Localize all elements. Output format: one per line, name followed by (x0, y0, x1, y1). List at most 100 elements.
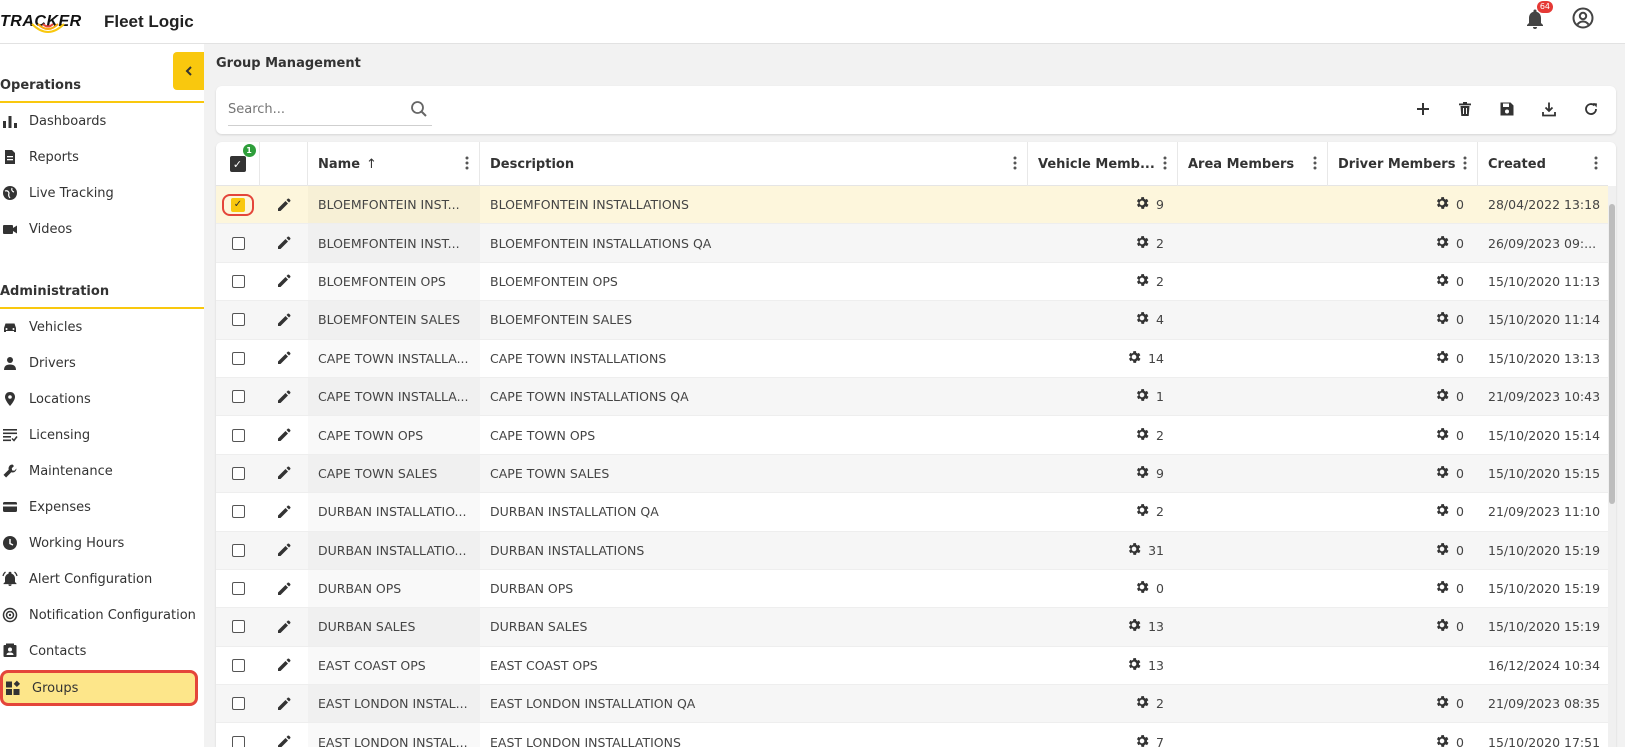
row-edit-button[interactable] (260, 263, 308, 300)
row-checkbox[interactable] (231, 351, 245, 365)
search-input[interactable] (228, 102, 398, 117)
table-row[interactable]: CAPE TOWN INSTALLA... CAPE TOWN INSTALLA… (216, 340, 1608, 378)
sidebar-item-alert-configuration[interactable]: Alert Configuration (0, 564, 204, 594)
row-edit-button[interactable] (260, 455, 308, 492)
column-header-area-members[interactable]: Area Members (1178, 142, 1328, 186)
driver-members-gear-icon[interactable] (1434, 387, 1450, 406)
column-menu-icon[interactable] (1463, 156, 1467, 174)
row-checkbox[interactable] (231, 313, 245, 327)
row-checkbox[interactable] (231, 543, 245, 557)
sidebar-item-licensing[interactable]: Licensing (0, 420, 204, 450)
column-header-description[interactable]: Description (480, 142, 1028, 186)
row-edit-button[interactable] (260, 340, 308, 377)
row-checkbox[interactable] (231, 697, 245, 711)
driver-members-gear-icon[interactable] (1434, 541, 1450, 560)
driver-members-gear-icon[interactable] (1434, 272, 1450, 291)
row-checkbox[interactable] (231, 466, 245, 480)
table-row[interactable]: CAPE TOWN SALES CAPE TOWN SALES 9 0 15/1… (216, 454, 1608, 494)
row-checkbox[interactable] (231, 735, 245, 747)
add-group-button[interactable] (1412, 98, 1434, 120)
sidebar-item-expenses[interactable]: Expenses (0, 492, 204, 522)
driver-members-gear-icon[interactable] (1434, 426, 1450, 445)
table-row[interactable]: CAPE TOWN OPS CAPE TOWN OPS 2 0 15/10/20… (216, 416, 1608, 455)
vehicle-members-gear-icon[interactable] (1126, 617, 1142, 636)
row-edit-button[interactable] (260, 570, 308, 607)
row-checkbox[interactable] (231, 582, 245, 596)
sidebar-item-notification-configuration[interactable]: Notification Configuration (0, 600, 204, 630)
row-edit-button[interactable] (260, 493, 308, 530)
row-edit-button[interactable] (260, 301, 308, 338)
vehicle-members-gear-icon[interactable] (1134, 195, 1150, 214)
column-header-name[interactable]: Name ↑ (308, 142, 480, 186)
driver-members-gear-icon[interactable] (1434, 694, 1450, 713)
vertical-scrollbar[interactable] (1608, 186, 1616, 747)
driver-members-gear-icon[interactable] (1434, 617, 1450, 636)
table-row[interactable]: EAST LONDON INSTAL... EAST LONDON INSTAL… (216, 685, 1608, 724)
delete-button[interactable] (1454, 98, 1476, 120)
row-edit-button[interactable] (260, 685, 308, 722)
column-header-driver-members[interactable]: Driver Members (1328, 142, 1478, 186)
row-edit-button[interactable] (260, 416, 308, 453)
vehicle-members-gear-icon[interactable] (1134, 579, 1150, 598)
driver-members-gear-icon[interactable] (1434, 502, 1450, 521)
vehicle-members-gear-icon[interactable] (1134, 502, 1150, 521)
search-icon[interactable] (410, 100, 428, 122)
vehicle-members-gear-icon[interactable] (1134, 272, 1150, 291)
row-checkbox[interactable] (231, 505, 245, 519)
sidebar-item-vehicles[interactable]: Vehicles (0, 312, 204, 342)
driver-members-gear-icon[interactable] (1434, 195, 1450, 214)
sidebar-item-videos[interactable]: Videos (0, 214, 204, 244)
table-row[interactable]: BLOEMFONTEIN SALES BLOEMFONTEIN SALES 4 … (216, 301, 1608, 340)
row-checkbox[interactable] (231, 274, 245, 288)
table-row[interactable]: EAST COAST OPS EAST COAST OPS 13 16/12/2… (216, 647, 1608, 686)
row-checkbox[interactable] (231, 658, 245, 672)
driver-members-gear-icon[interactable] (1434, 579, 1450, 598)
vehicle-members-gear-icon[interactable] (1126, 349, 1142, 368)
account-button[interactable] (1571, 6, 1595, 34)
column-menu-icon[interactable] (1013, 156, 1017, 174)
vehicle-members-gear-icon[interactable] (1134, 464, 1150, 483)
select-all-checkbox[interactable]: ✓ 1 (229, 144, 256, 172)
sidebar-item-contacts[interactable]: Contacts (0, 636, 204, 666)
table-row[interactable]: DURBAN INSTALLATIO... DURBAN INSTALLATIO… (216, 493, 1608, 532)
vehicle-members-gear-icon[interactable] (1126, 656, 1142, 675)
sidebar-item-live-tracking[interactable]: Live Tracking (0, 178, 204, 208)
driver-members-gear-icon[interactable] (1434, 234, 1450, 253)
table-row[interactable]: DURBAN SALES DURBAN SALES 13 0 15/10/202… (216, 608, 1608, 647)
notifications-button[interactable]: 64 (1523, 1, 1553, 33)
driver-members-gear-icon[interactable] (1434, 464, 1450, 483)
vehicle-members-gear-icon[interactable] (1134, 733, 1150, 747)
column-menu-icon[interactable] (1313, 156, 1317, 174)
sidebar-item-reports[interactable]: Reports (0, 142, 204, 172)
table-row[interactable]: CAPE TOWN INSTALLA... CAPE TOWN INSTALLA… (216, 377, 1608, 417)
row-edit-button[interactable] (260, 532, 308, 569)
sidebar-item-drivers[interactable]: Drivers (0, 348, 204, 378)
app-logo[interactable]: TRACKER Fleet Logic (0, 0, 194, 44)
vehicle-members-gear-icon[interactable] (1134, 310, 1150, 329)
driver-members-gear-icon[interactable] (1434, 310, 1450, 329)
vehicle-members-gear-icon[interactable] (1134, 387, 1150, 406)
row-edit-button[interactable] (260, 608, 308, 645)
row-checkbox[interactable] (231, 620, 245, 634)
row-checkbox-checked[interactable]: ✓ (222, 193, 254, 216)
scrollbar-thumb[interactable] (1609, 204, 1615, 504)
table-row[interactable]: ✓ BLOEMFONTEIN INST... BLOEMFONTEIN INST… (216, 186, 1608, 225)
table-row[interactable]: BLOEMFONTEIN OPS BLOEMFONTEIN OPS 2 0 15… (216, 263, 1608, 302)
column-header-vehicle-members[interactable]: Vehicle Memb... (1028, 142, 1178, 186)
driver-members-gear-icon[interactable] (1434, 349, 1450, 368)
vehicle-members-gear-icon[interactable] (1134, 426, 1150, 445)
table-row[interactable]: BLOEMFONTEIN INST... BLOEMFONTEIN INSTAL… (216, 224, 1608, 263)
column-menu-icon[interactable] (1163, 156, 1167, 174)
column-menu-icon[interactable] (1594, 156, 1598, 174)
row-edit-button[interactable] (260, 647, 308, 684)
vehicle-members-gear-icon[interactable] (1126, 541, 1142, 560)
row-edit-button[interactable] (260, 378, 308, 415)
save-button[interactable] (1496, 98, 1518, 120)
vehicle-members-gear-icon[interactable] (1134, 234, 1150, 253)
column-menu-icon[interactable] (465, 156, 469, 174)
row-checkbox[interactable] (231, 428, 245, 442)
sidebar-item-groups[interactable]: Groups (0, 670, 198, 706)
vehicle-members-gear-icon[interactable] (1134, 694, 1150, 713)
column-header-created[interactable]: Created (1478, 142, 1608, 186)
row-edit-button[interactable] (260, 723, 308, 747)
